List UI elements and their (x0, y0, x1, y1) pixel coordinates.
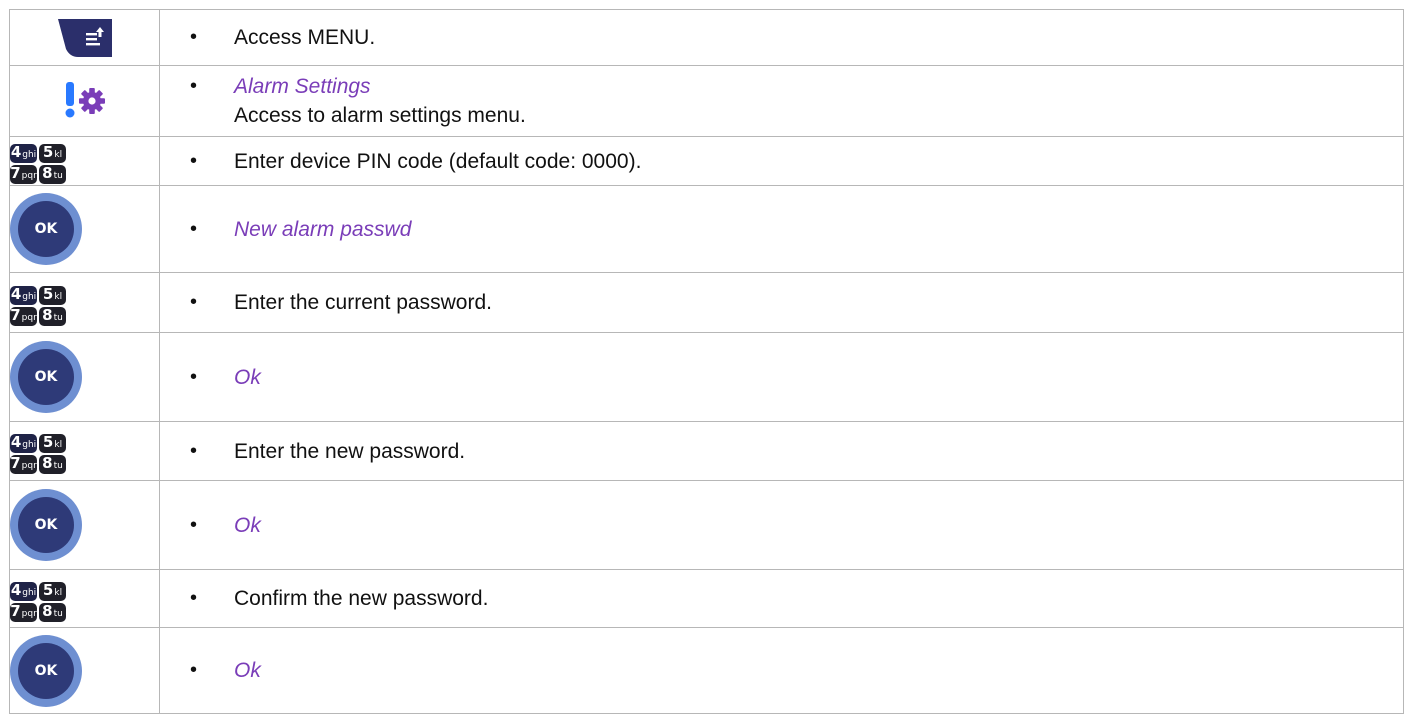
table-row: • Access MENU. (9, 9, 1404, 66)
icon-cell: OK (9, 480, 160, 570)
step-text: Enter the new password. (234, 439, 466, 463)
ok-button-icon: OK (10, 489, 82, 561)
step-text: Enter the current password. (234, 291, 492, 314)
step-text: Ok (234, 513, 261, 537)
instruction-table: • Access MENU. • Alarm Settings Access t… (9, 9, 1404, 714)
ok-button-icon: OK (10, 634, 82, 707)
text-cell: • New alarm passwd (159, 185, 1404, 273)
text-cell: • Enter the new password. (159, 421, 1404, 481)
icon-cell: 4 ghi 5 kl 7 pqr 8 tu (9, 569, 160, 628)
table-row: OK • Ok (9, 480, 1404, 570)
ok-button-icon: OK (10, 341, 82, 413)
table-row: OK • New alarm passwd (9, 185, 1404, 273)
icon-cell: 4 ghi 5 kl 7 pqr 8 tu (9, 136, 160, 186)
keypad-icon: 4 ghi 5 kl 7 pqr 8 tu (10, 434, 66, 474)
step-subtext: Access to alarm settings menu. (234, 104, 526, 127)
menu-key-icon (56, 17, 114, 59)
table-row: 4 ghi 5 kl 7 pqr 8 tu • Enter the current pas… (9, 272, 1404, 333)
step-text: New alarm passwd (234, 217, 412, 241)
step-text: Confirm the new password. (234, 587, 489, 610)
table-row: 4 ghi 5 kl 7 pqr 8 tu • Confirm the new passw… (9, 569, 1404, 628)
icon-cell: OK (9, 185, 160, 273)
text-cell: • Alarm Settings Access to alarm settings… (159, 65, 1404, 137)
table-row: • Alarm Settings Access to alarm settings… (9, 65, 1404, 137)
icon-cell: OK (9, 627, 160, 714)
keypad-icon: 4 ghi 5 kl 7 pqr 8 tu (10, 581, 66, 622)
step-text: Access MENU. (234, 26, 376, 49)
text-cell: • Access MENU. (159, 9, 1404, 66)
step-text: Ok (234, 365, 261, 389)
step-text: Enter device PIN code (default code: 000… (234, 149, 642, 173)
step-text: Alarm Settings (234, 75, 371, 98)
text-cell: • Enter device PIN code (default code: 00… (159, 136, 1404, 186)
icon-cell: 4 ghi 5 kl 7 pqr 8 tu (9, 272, 160, 333)
text-cell: • Ok (159, 332, 1404, 422)
text-cell: • Confirm the new password. (159, 569, 1404, 628)
ok-button-icon: OK (10, 193, 82, 265)
table-row: 4 ghi 5 kl 7 pqr 8 tu • Enter device PIN code… (9, 136, 1404, 186)
alarm-settings-icon (61, 79, 109, 124)
keypad-icon: 4 ghi 5 kl 7 pqr 8 tu (10, 144, 66, 184)
step-text: Ok (234, 659, 261, 682)
icon-cell (9, 9, 160, 66)
icon-cell (9, 65, 160, 137)
text-cell: • Ok (159, 480, 1404, 570)
text-cell: • Enter the current password. (159, 272, 1404, 333)
table-row: OK • Ok (9, 332, 1404, 422)
icon-cell: OK (9, 332, 160, 422)
table-row: OK • Ok (9, 627, 1404, 714)
icon-cell: 4 ghi 5 kl 7 pqr 8 tu (9, 421, 160, 481)
text-cell: • Ok (159, 627, 1404, 714)
keypad-icon: 4 ghi 5 kl 7 pqr 8 tu (10, 285, 66, 326)
table-row: 4 ghi 5 kl 7 pqr 8 tu • Enter the new passwor… (9, 421, 1404, 481)
